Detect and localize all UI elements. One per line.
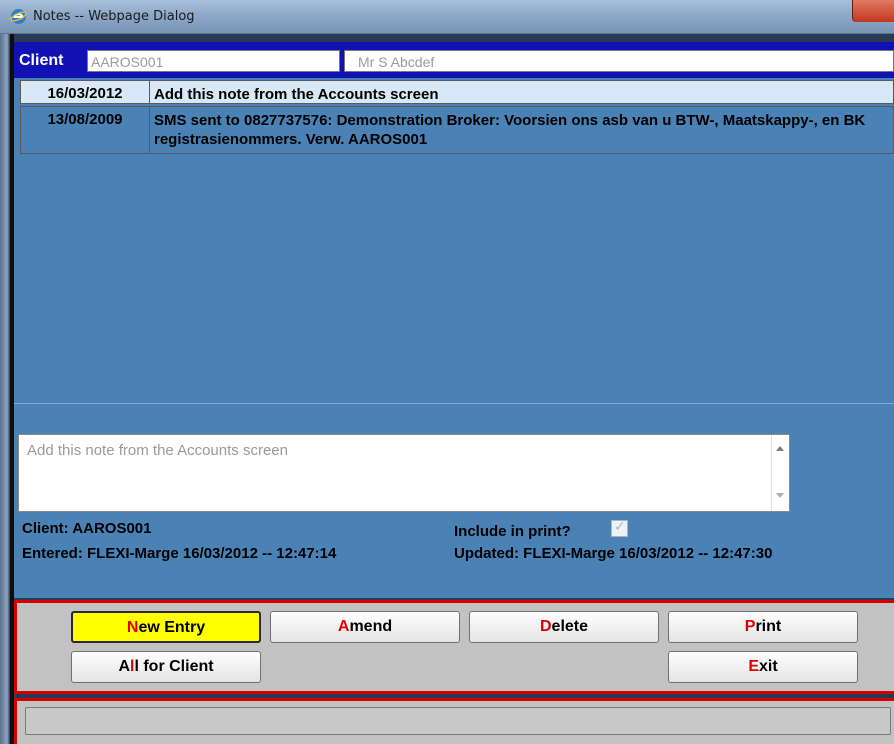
note-row[interactable]: 13/08/2009 SMS sent to 0827737576: Demon… — [20, 106, 894, 154]
print-button[interactable]: Print — [668, 611, 858, 643]
window-frame-left — [0, 34, 10, 744]
title-bar[interactable]: Notes -- Webpage Dialog — [0, 0, 894, 34]
note-text: Add this note from the Accounts screen — [150, 80, 894, 104]
note-text: SMS sent to 0827737576: Demonstration Br… — [150, 106, 894, 154]
all-for-client-button[interactable]: All for Client — [71, 651, 261, 683]
delete-button[interactable]: Delete — [469, 611, 659, 643]
amend-button[interactable]: Amend — [270, 611, 460, 643]
note-detail-panel: Add this note from the Accounts screen C… — [14, 404, 894, 598]
status-field — [25, 707, 891, 735]
new-entry-button[interactable]: New Entry — [71, 611, 261, 643]
entered-info: Entered: FLEXI-Marge 16/03/2012 -- 12:47… — [22, 545, 337, 562]
scroll-up-arrow-icon[interactable] — [776, 446, 784, 451]
scroll-down-arrow-icon[interactable] — [776, 493, 784, 498]
window-title: Notes -- Webpage Dialog — [33, 9, 195, 24]
exit-button[interactable]: Exit — [668, 651, 858, 683]
checkmark-icon: ✓ — [614, 519, 626, 535]
include-in-print-checkbox[interactable]: ✓ — [611, 519, 628, 537]
button-panel: New Entry Amend Delete Print All for Cli… — [14, 600, 894, 694]
note-date: 16/03/2012 — [20, 80, 150, 104]
note-row-selected[interactable]: 16/03/2012 Add this note from the Accoun… — [20, 80, 894, 104]
textarea-scrollbar[interactable] — [771, 435, 789, 511]
client-name-value: Mr S Abcdef — [358, 54, 435, 70]
include-in-print-label: Include in print? — [454, 523, 571, 540]
notes-dialog: Notes -- Webpage Dialog Client AAROS001 … — [0, 0, 894, 744]
note-textarea[interactable]: Add this note from the Accounts screen — [18, 434, 790, 512]
detail-client-line: Client: AAROS001 — [22, 520, 152, 537]
updated-info: Updated: FLEXI-Marge 16/03/2012 -- 12:47… — [454, 545, 773, 562]
status-panel — [14, 698, 894, 744]
client-name-field[interactable]: Mr S Abcdef — [344, 50, 894, 72]
client-label: Client — [19, 52, 64, 69]
internet-explorer-icon — [10, 9, 27, 24]
note-date: 13/08/2009 — [20, 106, 150, 154]
note-textarea-value: Add this note from the Accounts screen — [27, 442, 288, 459]
client-code-field[interactable]: AAROS001 — [87, 50, 340, 72]
client-code-value: AAROS001 — [91, 54, 164, 70]
client-bar: Client AAROS001 Mr S Abcdef — [14, 42, 894, 78]
close-window-button[interactable] — [852, 0, 894, 22]
notes-list: 16/03/2012 Add this note from the Accoun… — [14, 78, 894, 404]
